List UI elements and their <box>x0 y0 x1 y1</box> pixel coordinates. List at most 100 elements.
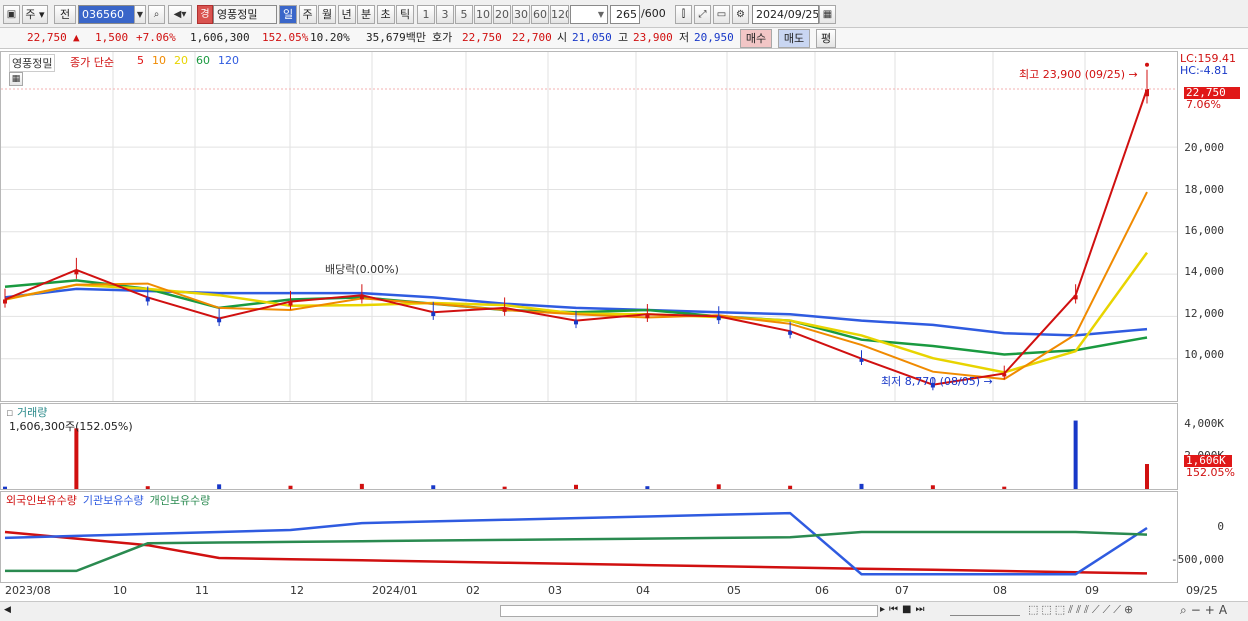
volume-bar-14 <box>1002 486 1007 489</box>
interval-button-120[interactable]: 120 <box>550 5 569 24</box>
legend-ma-1[interactable]: 10 <box>152 54 166 67</box>
date-input[interactable]: 2024/09/25 <box>752 5 819 24</box>
x-tick-3: 12 <box>290 584 304 597</box>
market-select[interactable]: 주 ▾ <box>22 5 48 24</box>
interval-button-5[interactable]: 5 <box>455 5 473 24</box>
period-tab-0[interactable]: 일 <box>279 5 297 24</box>
holder-legend-0[interactable]: 외국인보유수량 <box>6 494 77 507</box>
price-y-axis[interactable]: LC:159.41 HC:-4.81 22,750 7.06% 20,000 18… <box>1178 51 1248 402</box>
interval-button-1[interactable]: 1 <box>417 5 435 24</box>
volume-bar-0 <box>3 486 7 489</box>
price-tick-2: 16,000 <box>1184 224 1224 237</box>
candle-type-icon[interactable]: ⫿ <box>675 5 692 24</box>
legend-ma-3[interactable]: 60 <box>196 54 210 67</box>
price-change-pct: +7.06% <box>136 31 176 44</box>
gear-icon[interactable]: ⚙ <box>732 5 749 24</box>
zoom-icons[interactable]: ⌕−+A <box>1180 603 1231 618</box>
scroll-thumb[interactable] <box>500 605 878 617</box>
ma5-line <box>4 88 1148 386</box>
candle-body-5 <box>359 295 364 300</box>
draw-tools-icon[interactable]: ⤢ <box>694 5 711 24</box>
holders-pane[interactable]: 외국인보유수량 기관보유수량 개인보유수량 <box>0 491 1178 583</box>
holder-legend-2[interactable]: 개인보유수량 <box>150 494 211 507</box>
chart-scrollbar[interactable]: ◀ ▸⏮■⏭ ⬚⬚⬚⫽⫽⫽⟋⟋⟋⊕ ⌕−+A <box>0 601 1248 621</box>
prev-button[interactable]: 전 <box>54 5 76 24</box>
zoom-slider[interactable] <box>950 604 1020 616</box>
legend-ma-title[interactable]: 종가 단순 <box>70 54 114 70</box>
period-tab-2[interactable]: 월 <box>318 5 336 24</box>
quote-bar: 22,750 ▲ 1,500 +7.06% 1,606,300 152.05% … <box>0 28 1248 49</box>
period-tab-6[interactable]: 틱 <box>396 5 414 24</box>
period-tab-1[interactable]: 주 <box>298 5 317 24</box>
bar-count-input[interactable]: 265 <box>610 5 640 24</box>
market-label: 주 <box>25 8 36 21</box>
x-tick-11: 08 <box>993 584 1007 597</box>
volume-bar-1 <box>74 428 79 489</box>
volume-bar-15 <box>1073 420 1078 489</box>
low-annotation: 최저 8,770 (08/05) → <box>881 375 993 388</box>
volume-bar-12 <box>859 483 864 489</box>
legend-stock-name[interactable]: 영풍정밀 <box>9 54 56 72</box>
playback-controls[interactable]: ▸⏮■⏭ <box>880 604 928 615</box>
avg-button[interactable]: 평 <box>816 29 836 48</box>
volume-pane[interactable]: ▫ 거래량 1,606,300주(152.05%) <box>0 403 1178 490</box>
hoga-label: 호가 <box>432 31 453 44</box>
buy-button[interactable]: 매수 <box>740 29 772 48</box>
trade-amount: 35,679백만 <box>366 31 426 44</box>
search-icon[interactable]: ⌕ <box>148 5 165 24</box>
legend-ma-2[interactable]: 20 <box>174 54 188 67</box>
candle-body-16 <box>1145 89 1149 97</box>
x-tick-7: 04 <box>636 584 650 597</box>
calendar-icon[interactable]: ▦ <box>819 5 836 24</box>
volume-bar-10 <box>716 484 721 489</box>
bar-count-total: /600 <box>641 7 666 20</box>
code-dropdown-icon[interactable]: ▼ <box>134 5 146 24</box>
high-note-text: 최고 23,900 (09/25) <box>1019 68 1126 81</box>
candle-body-10 <box>716 316 721 321</box>
up-arrow-icon: ▲ <box>73 31 80 44</box>
interval-button-3[interactable]: 3 <box>436 5 454 24</box>
hold-tick-1: -500,000 <box>1171 553 1224 566</box>
candle-body-11 <box>788 331 793 335</box>
x-tick-13: 09/25 <box>1186 584 1218 597</box>
x-tick-4: 2024/01 <box>372 584 418 597</box>
save-icon[interactable]: ▭ <box>713 5 730 24</box>
volume-bar-7 <box>502 486 507 489</box>
x-tick-12: 09 <box>1085 584 1099 597</box>
holder-legend-1[interactable]: 기관보유수량 <box>83 494 144 507</box>
legend-ma-4[interactable]: 120 <box>218 54 239 67</box>
extra-select[interactable]: ▼ <box>570 5 608 24</box>
candle-body-0 <box>3 299 7 304</box>
interval-button-10[interactable]: 10 <box>474 5 492 24</box>
interval-button-30[interactable]: 30 <box>512 5 530 24</box>
legend-ma-0[interactable]: 5 <box>137 54 144 67</box>
stock-code-input[interactable]: 036560 <box>78 5 135 24</box>
x-tick-1: 10 <box>113 584 127 597</box>
price-pane[interactable]: 영풍정밀 종가 단순 5 10 20 60 120 ▦ 최고 23,900 (09/25… <box>0 51 1178 402</box>
volume-bar-2 <box>145 486 150 489</box>
main-toolbar: ▣ 주 ▾ 전 036560 ▼ ⌕ ◀▾ 경 영풍정밀 일주월년분초틱 135… <box>0 0 1248 28</box>
grid-icon[interactable]: ▦ <box>9 72 23 86</box>
vol-tick-0: 4,000K <box>1184 417 1224 430</box>
chart-tool-icons[interactable]: ⬚⬚⬚⫽⫽⫽⟋⟋⟋⊕ <box>1028 603 1136 617</box>
sound-icon[interactable]: ◀▾ <box>168 5 192 24</box>
period-tab-4[interactable]: 분 <box>357 5 375 24</box>
candle-body-2 <box>145 297 150 302</box>
low-price: 20,950 <box>694 31 734 44</box>
window-icon[interactable]: ▣ <box>3 5 20 24</box>
volume-bar-16 <box>1145 464 1149 489</box>
volume-bar-4 <box>288 485 293 489</box>
interval-button-20[interactable]: 20 <box>493 5 511 24</box>
period-tab-3[interactable]: 년 <box>337 5 356 24</box>
current-pct-tag: 7.06% <box>1186 98 1221 111</box>
price-change: 1,500 <box>95 31 129 44</box>
stock-name-field: 영풍정밀 <box>213 5 277 24</box>
volume-bar-3 <box>217 484 222 489</box>
volume-bar-13 <box>930 485 935 489</box>
sell-button[interactable]: 매도 <box>778 29 810 48</box>
volume-ratio: 152.05% <box>262 31 309 44</box>
volume-bar-8 <box>574 484 578 489</box>
scroll-left-icon[interactable]: ◀ <box>4 605 11 615</box>
interval-button-60[interactable]: 60 <box>531 5 549 24</box>
period-tab-5[interactable]: 초 <box>376 5 395 24</box>
